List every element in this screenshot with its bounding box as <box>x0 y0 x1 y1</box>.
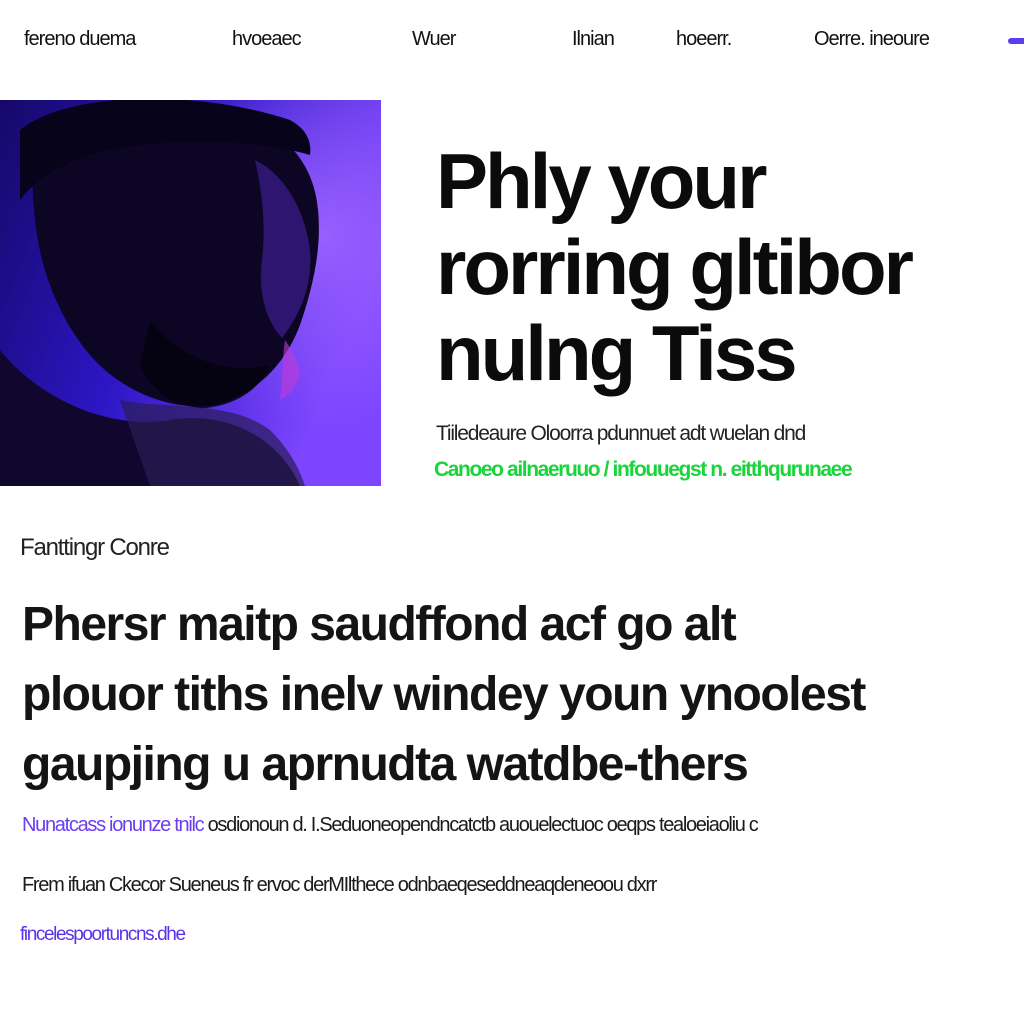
section-heading: Phersr maitp saudffond acf go alt plouor… <box>22 590 1012 800</box>
body-paragraph-1-text: osdionoun d. I.Seduoneopendncatctb auoue… <box>207 814 759 836</box>
hero-title-line-2: rorring gltibor <box>436 223 914 311</box>
body-paragraph-1: Nunatcass ionunze tnilc osdionoun d. I.S… <box>22 814 759 837</box>
landing-page: fereno duema hvoeaec Wuer Ilnian hoeerr.… <box>0 0 1024 1024</box>
top-navigation: fereno duema hvoeaec Wuer Ilnian hoeerr.… <box>0 0 1024 80</box>
section-heading-line-3: gaupjing u aprnudta watdbe-thers <box>22 738 749 791</box>
section-label: Fanttingr Conre <box>20 534 170 561</box>
menu-accent-icon[interactable] <box>1008 38 1024 44</box>
section-heading-line-2: plouor tiths inelv windey youn ynoolest <box>22 668 866 721</box>
nav-link-4[interactable]: Ilnian <box>572 28 615 51</box>
section-heading-line-1: Phersr maitp saudffond acf go alt <box>22 598 737 651</box>
footer-link[interactable]: fincelespoortuncns.dhe <box>20 924 186 946</box>
hero-subtitle: Tiiledeaure Oloorra pdunnuet adt wuelan … <box>436 422 806 445</box>
nav-link-5[interactable]: hoeerr. <box>676 28 732 51</box>
nav-link-2[interactable]: hvoeaec <box>232 28 302 51</box>
nav-link-6[interactable]: Oerre. ineoure <box>814 28 930 51</box>
hero-portrait-image <box>0 100 381 486</box>
hero-cta-link[interactable]: Canoeo ailnaeruuo / infouuegst n. eitthq… <box>434 458 853 482</box>
hero-title: Phly your rorring gltibor nulng Tiss <box>436 138 1016 396</box>
hero-title-line-1: Phly your <box>436 137 767 225</box>
nav-link-3[interactable]: Wuer <box>412 28 456 51</box>
hero-title-line-3: nulng Tiss <box>436 309 798 397</box>
body-paragraph-2: Frem ifuan Ckecor Sueneus fr ervoc derMI… <box>22 874 657 896</box>
inline-link[interactable]: Nunatcass ionunze tnilc <box>22 814 205 836</box>
nav-link-1[interactable]: fereno duema <box>24 28 136 51</box>
